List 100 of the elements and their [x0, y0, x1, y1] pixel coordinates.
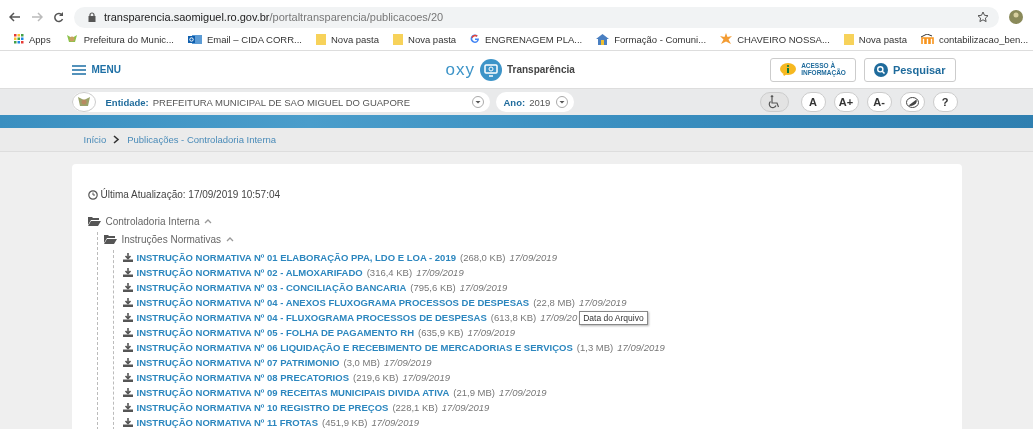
download-icon: [122, 418, 133, 427]
file-size: (21,9 MB): [453, 387, 495, 398]
search-button[interactable]: Pesquisar: [863, 57, 956, 82]
file-link[interactable]: INSTRUÇÃO NORMATIVA Nº 05 - FOLHA DE PAGAMENTO RH: [136, 327, 415, 338]
font-size-button[interactable]: A-: [866, 92, 892, 112]
file-link[interactable]: INSTRUÇÃO NORMATIVA Nº 07 PATRIMONIO: [136, 357, 340, 368]
bookmark[interactable]: contabilizacao_ben...: [920, 33, 1029, 45]
folder-icon: [393, 33, 404, 45]
file-date: 17/09/2019: [459, 282, 508, 293]
download-icon: [122, 313, 133, 322]
file-size: (1,3 MB): [576, 342, 614, 353]
menu-button[interactable]: MENU: [71, 64, 121, 75]
mail-icon: [187, 33, 202, 45]
bookmark[interactable]: Email – CIDA CORR...: [187, 33, 302, 45]
file-link[interactable]: INSTRUÇÃO NORMATIVA Nº 03 - CONCILIAÇÃO BANCARIA: [136, 282, 407, 293]
download-icon: [122, 298, 133, 307]
address-bar[interactable]: transparencia.saomiguel.ro.gov.br/portaltransparencia/publicacoes/20: [74, 6, 999, 28]
accessibility-button[interactable]: [759, 92, 789, 112]
year-select[interactable]: Ano: 2019: [495, 92, 575, 112]
bookmark[interactable]: Nova pasta: [843, 33, 907, 45]
file-link[interactable]: INSTRUÇÃO NORMATIVA Nº 09 RECEITAS MUNICIPAIS DIVIDA ATIVA: [136, 387, 450, 398]
star-icon[interactable]: [977, 11, 989, 23]
bookmark[interactable]: Apps: [14, 33, 51, 45]
bookmark[interactable]: ENGRENAGEM PLA...: [470, 33, 583, 45]
file-date: 17/09/2019: [416, 267, 464, 278]
clock-icon: [87, 189, 98, 200]
file-date: 17/09/2019: [467, 327, 516, 338]
download-icon: [122, 328, 133, 337]
file-link[interactable]: INSTRUÇÃO NORMATIVA Nº 01 ELABORAÇÃO PPA, LDO E LOA - 2019: [136, 252, 456, 263]
file-date: 17/09/2019: [383, 357, 432, 368]
file-size: (316,4 KB): [366, 267, 413, 278]
tooltip: Data do Arquivo: [579, 310, 648, 325]
file-link[interactable]: INSTRUÇÃO NORMATIVA Nº 04 - ANEXOS FLUXOGRAMA PROCESSOS DE DESPESAS: [136, 297, 530, 308]
folder-icon: [87, 216, 101, 226]
folder-icon: [316, 33, 326, 45]
breadcrumb-link[interactable]: Publicações - Controladoria Interna: [127, 134, 277, 145]
file-link[interactable]: INSTRUÇÃO NORMATIVA Nº 06 LIQUIDAÇÃO E RECEBIMENTO DE MERCADORIAS E SERVIÇOS: [136, 342, 573, 353]
file-size: (228,1 KB): [392, 402, 438, 413]
reload-icon[interactable]: [53, 11, 64, 23]
info-icon: [780, 63, 797, 76]
entity-select[interactable]: Entidade: PREFEITURA MUNICIPAL DE SAO MIGUEL DO GUAPORE: [71, 92, 490, 112]
file-date: 17/09/2019: [499, 387, 547, 398]
download-icon: [122, 388, 133, 397]
contrast-icon: [905, 96, 919, 108]
bookmark[interactable]: Formação - Comuni...: [596, 33, 707, 45]
font-size-button[interactable]: ?: [932, 92, 958, 112]
folder-icon: [103, 234, 117, 244]
download-icon: [122, 373, 133, 382]
file-date: 17/09/2019: [509, 252, 557, 263]
brand-logo: oxy: [445, 59, 475, 80]
chevron-right-icon: [113, 135, 121, 144]
download-icon: [122, 403, 133, 412]
file-size: (451,9 KB): [322, 417, 368, 428]
font-size-button[interactable]: A: [800, 92, 826, 112]
file-size: (795,6 KB): [410, 282, 456, 293]
file-size: (268,0 KB): [459, 252, 506, 263]
file-date: 17/09/2019: [578, 297, 627, 308]
file-date: 17/09/2019: [371, 417, 419, 428]
google-g-icon: [470, 34, 481, 44]
apps-grid-icon: [14, 34, 24, 44]
search-icon: [873, 62, 888, 77]
file-size: (22,8 MB): [533, 297, 575, 308]
folder-label[interactable]: Instruções Normativas: [121, 233, 221, 245]
download-icon: [122, 253, 133, 262]
emblem-icon: [71, 92, 96, 112]
bookmark[interactable]: Nova pasta: [393, 33, 457, 45]
caret-up-icon[interactable]: [226, 236, 234, 242]
file-link[interactable]: INSTRUÇÃO NORMATIVA Nº 08 PRECATORIOS: [136, 372, 349, 383]
file-size: (613,8 KB): [490, 312, 537, 323]
file-size: (635,9 KB): [418, 327, 464, 338]
font-size-button[interactable]: A+: [833, 92, 859, 112]
download-icon: [122, 283, 133, 292]
file-date: 17/09/2019: [441, 402, 490, 413]
file-link[interactable]: INSTRUÇÃO NORMATIVA Nº 10 REGISTRO DE PREÇOS: [136, 402, 389, 413]
product-name: Transparência: [506, 64, 575, 75]
dropdown-icon: [556, 96, 569, 108]
bookmark[interactable]: Prefeitura do Munic...: [64, 33, 174, 45]
monitor-logo-icon: [479, 58, 502, 81]
bookmark[interactable]: CHAVEIRO NOSSA...: [720, 33, 830, 45]
house-icon: [596, 33, 610, 45]
download-icon: [122, 343, 133, 352]
breadcrumb-link[interactable]: Início: [83, 134, 107, 145]
file-link[interactable]: INSTRUÇÃO NORMATIVA Nº 02 - ALMOXARIFADO: [136, 267, 363, 278]
wheelchair-icon: [767, 95, 781, 109]
folder-icon: [843, 33, 854, 45]
bookmark[interactable]: Nova pasta: [316, 33, 380, 45]
download-icon: [122, 358, 133, 367]
back-icon[interactable]: [9, 12, 21, 22]
folder-label[interactable]: Controladoria Interna: [105, 215, 200, 227]
file-link[interactable]: INSTRUÇÃO NORMATIVA Nº 04 - FLUXOGRAMA PROCESSOS DE DESPESAS: [136, 312, 487, 323]
contrast-button[interactable]: [899, 92, 925, 112]
file-link[interactable]: INSTRUÇÃO NORMATIVA Nº 11 FROTAS: [136, 417, 318, 428]
avatar-icon[interactable]: [1009, 10, 1023, 24]
dropdown-icon: [471, 96, 484, 108]
file-date: 17/09/20: [540, 312, 578, 323]
file-date: 17/09/2019: [402, 372, 450, 383]
caret-up-icon[interactable]: [204, 218, 213, 224]
url-text: transparencia.saomiguel.ro.gov.br/portaltransparencia/publicacoes/20: [104, 11, 445, 23]
file-date: 17/09/2019: [617, 342, 665, 353]
file-size: (219,6 KB): [353, 372, 399, 383]
